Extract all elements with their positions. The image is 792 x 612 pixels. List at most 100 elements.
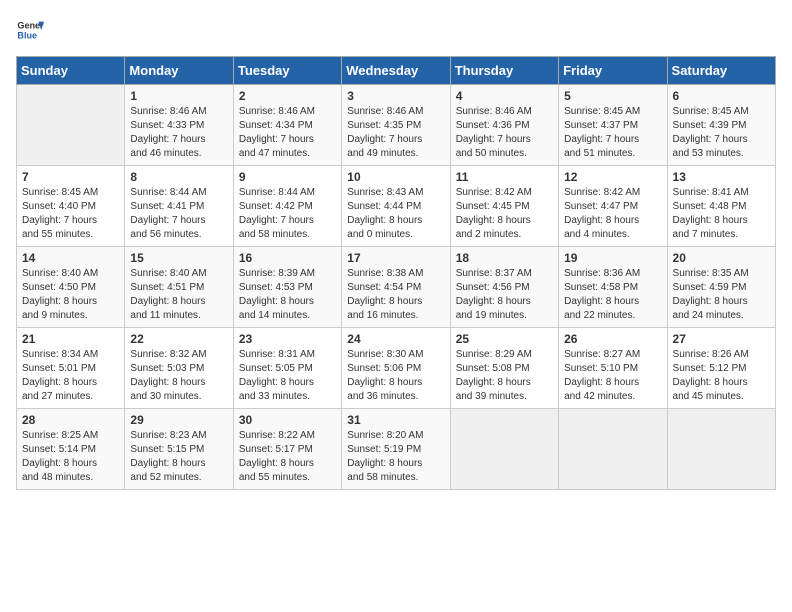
calendar-cell: 14 Sunrise: 8:40 AM Sunset: 4:50 PM Dayli… — [17, 247, 125, 328]
day-number: 28 — [22, 413, 119, 427]
day-number: 12 — [564, 170, 661, 184]
day-header-tuesday: Tuesday — [233, 57, 341, 85]
logo: General Blue — [16, 16, 44, 44]
day-number: 20 — [673, 251, 770, 265]
day-number: 6 — [673, 89, 770, 103]
day-number: 13 — [673, 170, 770, 184]
day-number: 21 — [22, 332, 119, 346]
day-info: Sunrise: 8:39 AM Sunset: 4:53 PM Dayligh… — [239, 267, 336, 323]
day-info: Sunrise: 8:35 AM Sunset: 4:59 PM Dayligh… — [673, 267, 770, 323]
calendar-cell — [450, 409, 558, 490]
day-number: 16 — [239, 251, 336, 265]
day-info: Sunrise: 8:46 AM Sunset: 4:35 PM Dayligh… — [347, 105, 444, 161]
day-info: Sunrise: 8:30 AM Sunset: 5:06 PM Dayligh… — [347, 348, 444, 404]
calendar-week-row: 1 Sunrise: 8:46 AM Sunset: 4:33 PM Daylig… — [17, 85, 776, 166]
calendar-table: SundayMondayTuesdayWednesdayThursdayFrid… — [16, 56, 776, 490]
day-number: 8 — [130, 170, 227, 184]
calendar-cell: 10 Sunrise: 8:43 AM Sunset: 4:44 PM Dayli… — [342, 166, 450, 247]
calendar-cell: 25 Sunrise: 8:29 AM Sunset: 5:08 PM Dayli… — [450, 328, 558, 409]
calendar-cell: 23 Sunrise: 8:31 AM Sunset: 5:05 PM Dayli… — [233, 328, 341, 409]
day-info: Sunrise: 8:40 AM Sunset: 4:51 PM Dayligh… — [130, 267, 227, 323]
day-number: 14 — [22, 251, 119, 265]
day-info: Sunrise: 8:40 AM Sunset: 4:50 PM Dayligh… — [22, 267, 119, 323]
calendar-cell: 19Sunrise: 8:36 AM Sunset: 4:58 PM Dayli… — [559, 247, 667, 328]
day-info: Sunrise: 8:45 AM Sunset: 4:37 PM Dayligh… — [564, 105, 661, 161]
day-number: 5 — [564, 89, 661, 103]
day-number: 3 — [347, 89, 444, 103]
day-info: Sunrise: 8:25 AM Sunset: 5:14 PM Dayligh… — [22, 429, 119, 485]
calendar-cell: 7 Sunrise: 8:45 AM Sunset: 4:40 PM Daylig… — [17, 166, 125, 247]
day-number: 27 — [673, 332, 770, 346]
calendar-cell: 27 Sunrise: 8:26 AM Sunset: 5:12 PM Dayli… — [667, 328, 775, 409]
day-number: 22 — [130, 332, 227, 346]
day-info: Sunrise: 8:23 AM Sunset: 5:15 PM Dayligh… — [130, 429, 227, 485]
day-number: 2 — [239, 89, 336, 103]
calendar-cell: 28 Sunrise: 8:25 AM Sunset: 5:14 PM Dayli… — [17, 409, 125, 490]
calendar-cell: 13 Sunrise: 8:41 AM Sunset: 4:48 PM Dayli… — [667, 166, 775, 247]
day-info: Sunrise: 8:46 AM Sunset: 4:33 PM Dayligh… — [130, 105, 227, 161]
day-info: Sunrise: 8:27 AM Sunset: 5:10 PM Dayligh… — [564, 348, 661, 404]
day-header-thursday: Thursday — [450, 57, 558, 85]
calendar-cell: 29Sunrise: 8:23 AM Sunset: 5:15 PM Dayli… — [125, 409, 233, 490]
day-header-saturday: Saturday — [667, 57, 775, 85]
calendar-cell: 6 Sunrise: 8:45 AM Sunset: 4:39 PM Daylig… — [667, 85, 775, 166]
day-info: Sunrise: 8:38 AM Sunset: 4:54 PM Dayligh… — [347, 267, 444, 323]
day-number: 25 — [456, 332, 553, 346]
calendar-cell: 31Sunrise: 8:20 AM Sunset: 5:19 PM Dayli… — [342, 409, 450, 490]
calendar-cell: 9Sunrise: 8:44 AM Sunset: 4:42 PM Daylig… — [233, 166, 341, 247]
calendar-cell: 5 Sunrise: 8:45 AM Sunset: 4:37 PM Daylig… — [559, 85, 667, 166]
calendar-cell: 8 Sunrise: 8:44 AM Sunset: 4:41 PM Daylig… — [125, 166, 233, 247]
calendar-cell: 12Sunrise: 8:42 AM Sunset: 4:47 PM Dayli… — [559, 166, 667, 247]
day-info: Sunrise: 8:41 AM Sunset: 4:48 PM Dayligh… — [673, 186, 770, 242]
day-info: Sunrise: 8:44 AM Sunset: 4:41 PM Dayligh… — [130, 186, 227, 242]
day-info: Sunrise: 8:29 AM Sunset: 5:08 PM Dayligh… — [456, 348, 553, 404]
calendar-cell: 20 Sunrise: 8:35 AM Sunset: 4:59 PM Dayli… — [667, 247, 775, 328]
calendar-week-row: 7 Sunrise: 8:45 AM Sunset: 4:40 PM Daylig… — [17, 166, 776, 247]
calendar-cell: 24 Sunrise: 8:30 AM Sunset: 5:06 PM Dayli… — [342, 328, 450, 409]
day-number: 18 — [456, 251, 553, 265]
calendar-cell — [667, 409, 775, 490]
day-info: Sunrise: 8:31 AM Sunset: 5:05 PM Dayligh… — [239, 348, 336, 404]
day-number: 23 — [239, 332, 336, 346]
calendar-week-row: 21 Sunrise: 8:34 AM Sunset: 5:01 PM Dayli… — [17, 328, 776, 409]
calendar-cell: 4Sunrise: 8:46 AM Sunset: 4:36 PM Daylig… — [450, 85, 558, 166]
calendar-cell: 21 Sunrise: 8:34 AM Sunset: 5:01 PM Dayli… — [17, 328, 125, 409]
calendar-cell — [17, 85, 125, 166]
day-info: Sunrise: 8:46 AM Sunset: 4:36 PM Dayligh… — [456, 105, 553, 161]
day-info: Sunrise: 8:43 AM Sunset: 4:44 PM Dayligh… — [347, 186, 444, 242]
day-info: Sunrise: 8:26 AM Sunset: 5:12 PM Dayligh… — [673, 348, 770, 404]
calendar-cell: 3 Sunrise: 8:46 AM Sunset: 4:35 PM Daylig… — [342, 85, 450, 166]
day-header-wednesday: Wednesday — [342, 57, 450, 85]
calendar-body: 1 Sunrise: 8:46 AM Sunset: 4:33 PM Daylig… — [17, 85, 776, 490]
day-info: Sunrise: 8:36 AM Sunset: 4:58 PM Dayligh… — [564, 267, 661, 323]
day-info: Sunrise: 8:22 AM Sunset: 5:17 PM Dayligh… — [239, 429, 336, 485]
day-number: 24 — [347, 332, 444, 346]
day-info: Sunrise: 8:32 AM Sunset: 5:03 PM Dayligh… — [130, 348, 227, 404]
day-number: 31 — [347, 413, 444, 427]
day-number: 1 — [130, 89, 227, 103]
day-number: 7 — [22, 170, 119, 184]
calendar-cell: 2Sunrise: 8:46 AM Sunset: 4:34 PM Daylig… — [233, 85, 341, 166]
calendar-cell: 30 Sunrise: 8:22 AM Sunset: 5:17 PM Dayli… — [233, 409, 341, 490]
calendar-cell: 18 Sunrise: 8:37 AM Sunset: 4:56 PM Dayli… — [450, 247, 558, 328]
calendar-cell: 15 Sunrise: 8:40 AM Sunset: 4:51 PM Dayli… — [125, 247, 233, 328]
day-number: 11 — [456, 170, 553, 184]
calendar-header-row: SundayMondayTuesdayWednesdayThursdayFrid… — [17, 57, 776, 85]
day-info: Sunrise: 8:45 AM Sunset: 4:39 PM Dayligh… — [673, 105, 770, 161]
day-number: 30 — [239, 413, 336, 427]
day-info: Sunrise: 8:42 AM Sunset: 4:45 PM Dayligh… — [456, 186, 553, 242]
calendar-cell: 26Sunrise: 8:27 AM Sunset: 5:10 PM Dayli… — [559, 328, 667, 409]
day-number: 15 — [130, 251, 227, 265]
day-header-friday: Friday — [559, 57, 667, 85]
logo-icon: General Blue — [16, 16, 44, 44]
day-info: Sunrise: 8:37 AM Sunset: 4:56 PM Dayligh… — [456, 267, 553, 323]
day-info: Sunrise: 8:34 AM Sunset: 5:01 PM Dayligh… — [22, 348, 119, 404]
calendar-cell: 17 Sunrise: 8:38 AM Sunset: 4:54 PM Dayli… — [342, 247, 450, 328]
calendar-week-row: 28 Sunrise: 8:25 AM Sunset: 5:14 PM Dayli… — [17, 409, 776, 490]
day-info: Sunrise: 8:44 AM Sunset: 4:42 PM Dayligh… — [239, 186, 336, 242]
day-number: 10 — [347, 170, 444, 184]
calendar-cell: 22 Sunrise: 8:32 AM Sunset: 5:03 PM Dayli… — [125, 328, 233, 409]
day-number: 17 — [347, 251, 444, 265]
day-info: Sunrise: 8:45 AM Sunset: 4:40 PM Dayligh… — [22, 186, 119, 242]
header: General Blue — [16, 16, 776, 44]
